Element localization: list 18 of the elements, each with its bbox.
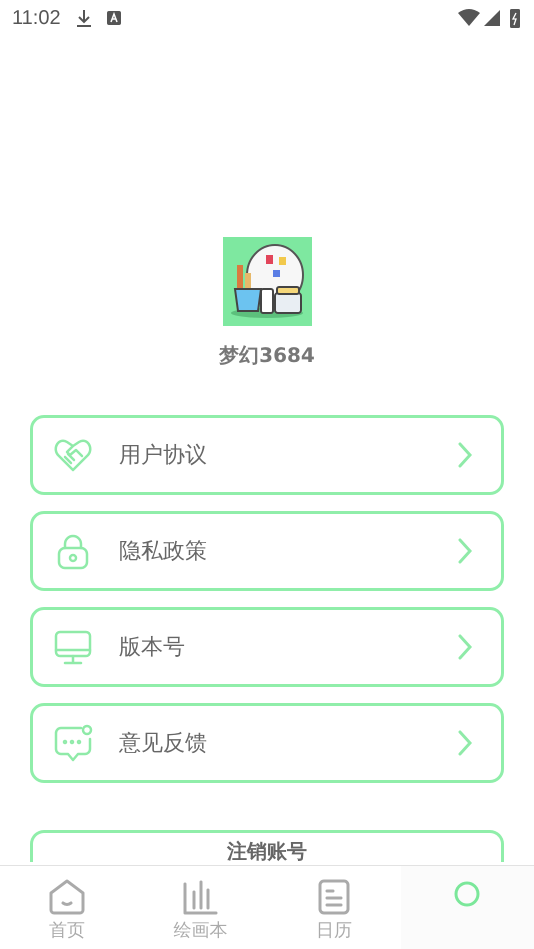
home-icon	[48, 878, 86, 916]
chevron-right-icon	[457, 729, 473, 757]
chevron-right-icon	[457, 441, 473, 469]
nav-tab[interactable]	[400, 866, 534, 949]
status-time: 11:02	[12, 6, 61, 30]
chat-bubble-icon	[53, 723, 93, 763]
chevron-right-icon	[457, 633, 473, 661]
menu-item[interactable]: 意见反馈	[30, 703, 504, 783]
bar-chart-icon	[181, 878, 220, 916]
menu-item[interactable]: 版本号	[30, 607, 504, 687]
menu-item[interactable]: 隐私政策	[30, 511, 504, 591]
download-icon	[74, 8, 93, 28]
menu-item[interactable]: 用户协议	[30, 415, 504, 495]
username: 梦幻3684	[219, 342, 315, 369]
keyboard-a-icon	[106, 11, 121, 25]
logout-button[interactable]: 注销账号	[30, 830, 504, 862]
wifi-signal-battery-icon	[458, 7, 522, 29]
chevron-right-icon	[457, 537, 473, 565]
